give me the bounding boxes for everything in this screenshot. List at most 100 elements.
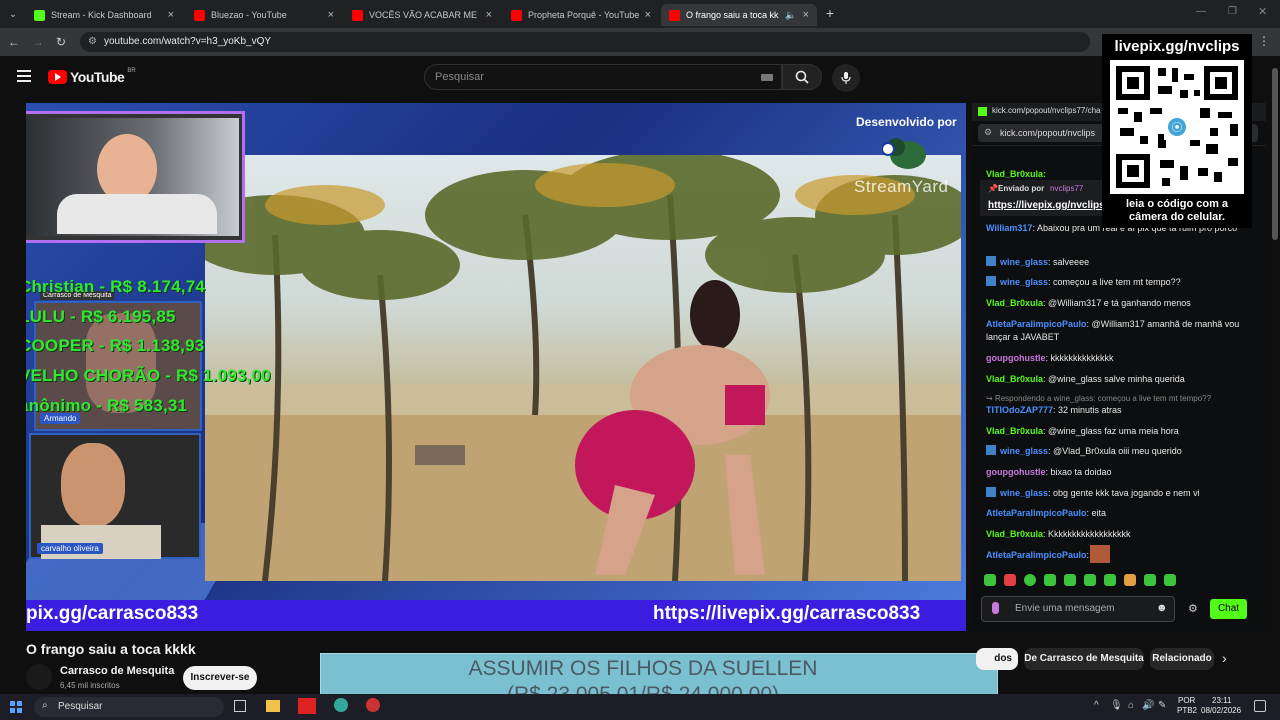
chat-username[interactable]: wine_glass — [1000, 488, 1048, 498]
chat-username[interactable]: wine_glass — [1000, 446, 1048, 456]
emote-icon[interactable] — [1124, 574, 1136, 586]
search-button[interactable] — [782, 64, 822, 90]
site-info-icon[interactable]: ⚙ — [88, 32, 97, 52]
chip-from-channel[interactable]: De Carrasco de Mesquita — [1024, 648, 1144, 670]
app-icon[interactable] — [366, 698, 380, 712]
chat-message: wine_glass: @Vlad_Br0xula oiii meu queri… — [986, 445, 1246, 458]
chat-username[interactable]: TITIOdoZAP777 — [986, 405, 1053, 415]
video-player[interactable]: Desenvolvido por StreamYard Carrasco de … — [26, 103, 966, 631]
taskbar-search-placeholder: Pesquisar — [58, 701, 103, 712]
gear-icon[interactable]: ⚙ — [1188, 602, 1198, 615]
chat-message: Vlad_Br0xula: @William317 e tá ganhando … — [986, 298, 1191, 308]
tab-search-button[interactable]: ⌄ — [4, 6, 22, 22]
volume-icon[interactable]: 🔊 — [1142, 700, 1154, 711]
emote-icon[interactable] — [1164, 574, 1176, 586]
network-icon[interactable]: ⌂ — [1128, 700, 1134, 711]
emoji-icon[interactable]: ☻ — [1156, 602, 1168, 614]
qr-overlay: livepix.gg/nvclips ⦿ leia o código com a… — [1102, 34, 1252, 228]
page-scrollbar[interactable] — [1272, 68, 1278, 240]
reload-icon[interactable]: ↻ — [56, 35, 66, 49]
chat-username[interactable]: AtletaParalimpicoPaulo — [986, 319, 1087, 329]
url-field[interactable]: ⚙ youtube.com/watch?v=h3_yoKb_vQY — [80, 32, 1090, 52]
menu-kebab-icon[interactable]: ⋮ — [1258, 34, 1270, 48]
hamburger-menu-icon[interactable] — [17, 70, 31, 82]
emote-icon[interactable] — [1104, 574, 1116, 586]
keyboard-icon[interactable] — [761, 74, 773, 81]
close-icon[interactable]: × — [168, 9, 174, 21]
chat-message: Vlad_Br0xula: @wine_glass faz uma meia h… — [986, 426, 1179, 436]
channel-avatar[interactable] — [26, 664, 52, 690]
tab-kick-dashboard[interactable]: Stream - Kick Dashboard × — [26, 4, 182, 26]
close-icon[interactable]: × — [645, 9, 651, 21]
chat-username[interactable]: Vlad_Br0xula — [986, 298, 1043, 308]
chat-username[interactable]: Vlad_Br0xula — [986, 529, 1043, 539]
close-icon[interactable]: × — [328, 9, 334, 21]
kick-icon — [34, 9, 45, 21]
close-icon[interactable]: × — [486, 9, 492, 21]
emote-icon[interactable] — [984, 574, 996, 586]
streamyard-duck-icon — [880, 133, 928, 173]
chat-text: Kkkkkkkkkkkkkkkkkk — [1048, 529, 1131, 539]
tab-bluezao[interactable]: Bluezao - YouTube × — [186, 4, 342, 26]
language-indicator[interactable]: POR — [1178, 696, 1195, 705]
back-icon[interactable]: ← — [8, 35, 20, 49]
chat-username[interactable]: goupgohustle — [986, 353, 1046, 363]
chat-send-button[interactable]: Chat — [1210, 599, 1247, 619]
tab-title: O frango saiu a toca kkkk - — [686, 10, 779, 20]
chevron-right-icon[interactable]: › — [1222, 650, 1227, 666]
clock-time[interactable]: 23:11 — [1212, 696, 1231, 705]
clock-date[interactable]: 08/02/2026 — [1201, 706, 1241, 715]
taskbar-search[interactable]: ⌕ Pesquisar — [34, 697, 224, 717]
chat-username[interactable]: William317 — [986, 223, 1032, 233]
tab-title: Stream - Kick Dashboard — [51, 10, 152, 20]
chip-related[interactable]: Relacionado — [1150, 648, 1214, 670]
channel-name[interactable]: Carrasco de Mesquita — [60, 665, 174, 677]
chrome-icon[interactable] — [334, 698, 348, 712]
new-tab-button[interactable]: + — [822, 5, 838, 21]
chat-text: salveeee — [1053, 257, 1090, 267]
speaker-icon[interactable]: 🔈 — [785, 10, 796, 21]
subscribe-button[interactable]: Inscrever-se — [183, 666, 257, 690]
close-window-icon[interactable]: ✕ — [1258, 5, 1267, 18]
task-view-icon[interactable] — [234, 700, 246, 712]
chat-username[interactable]: wine_glass — [1000, 277, 1048, 287]
emote-icon[interactable] — [1044, 574, 1056, 586]
chat-username[interactable]: AtletaParalimpicoPaulo — [986, 550, 1087, 560]
emote-icon[interactable] — [1004, 574, 1016, 586]
forward-icon[interactable]: → — [32, 35, 44, 49]
microphone-icon[interactable] — [992, 602, 999, 614]
chat-username[interactable]: AtletaParalimpicoPaulo — [986, 508, 1087, 518]
maximize-icon[interactable]: ❐ — [1228, 6, 1237, 17]
tab-voces-vao[interactable]: VOCÊS VÃO ACABAR ME MATAR × — [344, 4, 500, 26]
file-explorer-icon[interactable] — [266, 700, 280, 712]
app-icon[interactable] — [298, 698, 316, 714]
chat-message: wine_glass: obg gente kkk tava jogando e… — [986, 487, 1246, 500]
emote-icon[interactable] — [1084, 574, 1096, 586]
tab-propheta[interactable]: Propheta Porquê - YouTube × — [503, 4, 659, 26]
chip-all[interactable]: dos — [976, 648, 1018, 670]
notifications-icon[interactable] — [1254, 700, 1266, 712]
close-icon[interactable]: × — [803, 9, 809, 21]
chat-username[interactable]: Vlad_Br0xula — [986, 426, 1043, 436]
pinned-link[interactable]: https://livepix.gg/nvclips — [988, 200, 1105, 211]
chat-username[interactable]: goupgohustle — [986, 467, 1046, 477]
windows-start-icon[interactable] — [10, 701, 22, 713]
tab-o-frango-active[interactable]: O frango saiu a toca kkkk - 🔈 × — [661, 4, 817, 26]
chevron-up-icon[interactable]: ^ — [1094, 700, 1099, 711]
pinned-user[interactable]: nvclips77 — [1050, 184, 1083, 193]
microphone-icon[interactable]: 🎙 — [1110, 700, 1123, 711]
minimize-icon[interactable]: — — [1196, 6, 1206, 17]
keyboard-layout[interactable]: PTB2 — [1177, 706, 1197, 715]
chat-username[interactable]: wine_glass — [1000, 257, 1048, 267]
chat-input[interactable]: Envie uma mensagem ☻ — [981, 596, 1175, 622]
voice-search-button[interactable] — [832, 64, 860, 92]
search-icon: ⌕ — [42, 700, 48, 711]
emote-icon[interactable] — [1024, 574, 1036, 586]
webcam-person-shirt — [57, 194, 217, 234]
chat-username[interactable]: Vlad_Br0xula — [986, 374, 1043, 384]
emote-icon[interactable] — [1064, 574, 1076, 586]
youtube-logo[interactable]: YouTube BR — [48, 68, 136, 85]
pen-icon[interactable]: ✎ — [1158, 700, 1166, 711]
search-input[interactable]: Pesquisar — [424, 64, 782, 90]
emote-icon[interactable] — [1144, 574, 1156, 586]
